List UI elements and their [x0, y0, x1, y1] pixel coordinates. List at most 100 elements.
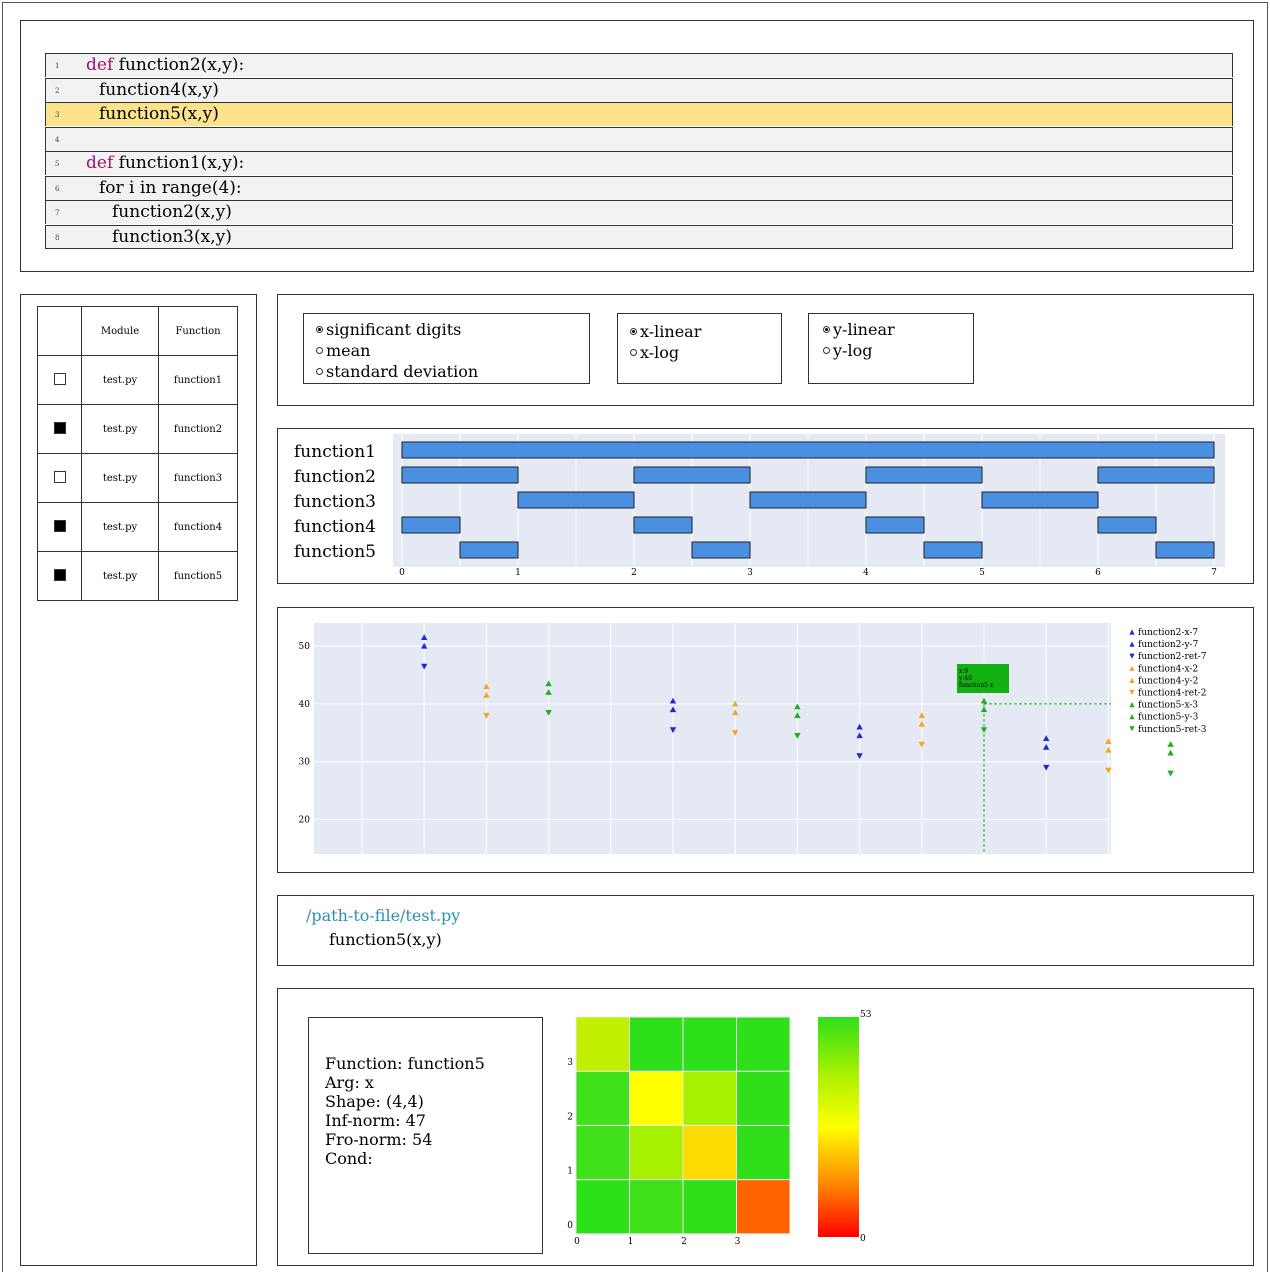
- legend-label[interactable]: function4-ret-2: [1138, 689, 1206, 699]
- timeline-bar[interactable]: [923, 541, 983, 559]
- code-text: function4(x,y): [99, 79, 219, 102]
- code-text: for i in range(4):: [99, 177, 242, 200]
- code-text: function2(x,y): [112, 201, 232, 224]
- timeline-bar[interactable]: [1097, 466, 1215, 484]
- legend-marker: [1129, 629, 1135, 635]
- heatmap-x-tick: 1: [628, 1237, 634, 1247]
- radio-button[interactable]: [316, 368, 323, 375]
- radio-button[interactable]: [630, 349, 637, 356]
- function-cell: function1: [158, 355, 238, 405]
- timeline-bar[interactable]: [865, 466, 983, 484]
- heatmap-cell[interactable]: [629, 1016, 684, 1072]
- heatmap-cell[interactable]: [629, 1179, 684, 1235]
- scatter-y-tick: 40: [299, 700, 311, 710]
- heatmap-cell[interactable]: [682, 1179, 737, 1235]
- function-checkbox[interactable]: [53, 372, 66, 385]
- checkbox-cell: [37, 502, 82, 552]
- matrix-info-box: Function: function5 Arg: x Shape: (4,4) Inf…: [308, 1017, 543, 1254]
- scatter-y-tick: 30: [299, 758, 311, 768]
- heatmap-cell[interactable]: [736, 1179, 791, 1235]
- code-line[interactable]: 3 function5(x,y): [45, 102, 1233, 126]
- function-checkbox[interactable]: [53, 519, 66, 532]
- heatmap-cell[interactable]: [736, 1124, 791, 1181]
- heatmap-cell[interactable]: [629, 1124, 684, 1181]
- timeline-bar[interactable]: [401, 516, 461, 534]
- heatmap-cell[interactable]: [682, 1070, 737, 1126]
- legend-label[interactable]: function2-y-7: [1138, 640, 1199, 650]
- function-checkbox[interactable]: [53, 421, 66, 434]
- radio-button[interactable]: [823, 347, 830, 354]
- heatmap-cell[interactable]: [575, 1070, 630, 1126]
- legend-label[interactable]: function4-y-2: [1138, 676, 1198, 686]
- checkbox-cell: [37, 453, 82, 503]
- radio-option-xscale[interactable]: x-log: [630, 342, 781, 363]
- code-line[interactable]: 8 function3(x,y): [45, 224, 1233, 249]
- legend-label[interactable]: function5-y-3: [1138, 713, 1199, 723]
- function-checkbox[interactable]: [53, 568, 66, 581]
- heatmap-cell[interactable]: [575, 1179, 630, 1235]
- timeline-bar[interactable]: [401, 441, 1215, 459]
- colorbar-min-label: 0: [860, 1234, 866, 1244]
- scatter-point[interactable]: [1167, 741, 1174, 747]
- function-cell: function5: [158, 551, 238, 601]
- keyword: def: [86, 153, 114, 173]
- radio-option-xscale[interactable]: x-linear: [630, 321, 781, 342]
- function-checkbox[interactable]: [53, 470, 66, 483]
- timeline-x-tick: 7: [1211, 568, 1217, 578]
- code-line[interactable]: 5 def function1(x,y):: [45, 151, 1233, 175]
- timeline-bar[interactable]: [865, 516, 925, 534]
- heatmap-cell[interactable]: [736, 1070, 791, 1126]
- heatmap-cell[interactable]: [736, 1016, 791, 1072]
- timeline-bar[interactable]: [981, 491, 1099, 509]
- timeline-bar[interactable]: [691, 541, 751, 559]
- timeline-row-label: function4: [294, 517, 376, 537]
- scatter-point[interactable]: [1167, 770, 1174, 777]
- radio-option-stat[interactable]: standard deviation: [316, 361, 589, 382]
- code-line[interactable]: 7 function2(x,y): [45, 200, 1233, 224]
- timeline-bar[interactable]: [633, 466, 751, 484]
- legend-label[interactable]: function4-x-2: [1138, 664, 1198, 674]
- line-number: 2: [55, 86, 60, 95]
- header-checkbox-col: [37, 306, 82, 356]
- radio-label: standard deviation: [326, 362, 479, 381]
- code-line[interactable]: 2 function4(x,y): [45, 77, 1233, 102]
- timeline-x-tick: 2: [631, 568, 637, 578]
- legend-label[interactable]: function2-x-7: [1138, 628, 1198, 638]
- legend-label[interactable]: function2-ret-7: [1138, 652, 1207, 662]
- radio-option-yscale[interactable]: y-log: [823, 340, 973, 361]
- radio-option-stat[interactable]: significant digits: [316, 319, 589, 340]
- timeline-bar[interactable]: [633, 516, 693, 534]
- timeline-bar[interactable]: [517, 491, 635, 509]
- source-path-link[interactable]: /path-to-file/test.py: [306, 906, 460, 925]
- heatmap-cell[interactable]: [575, 1124, 630, 1181]
- code-line[interactable]: 6 for i in range(4):: [45, 175, 1233, 200]
- radio-button[interactable]: [823, 326, 830, 333]
- scatter-chart: 20 30 40 50 x:9y:40function5 x function2-x-7 f…: [299, 623, 1207, 854]
- timeline-x-tick: 5: [979, 568, 985, 578]
- timeline-bar[interactable]: [1097, 516, 1157, 534]
- scatter-point[interactable]: [1167, 749, 1174, 756]
- radio-button[interactable]: [316, 347, 323, 354]
- radio-button[interactable]: [316, 326, 323, 333]
- table-header-row: Module Function: [37, 306, 238, 356]
- heatmap-cell[interactable]: [682, 1016, 737, 1072]
- heatmap-cell[interactable]: [575, 1016, 630, 1072]
- keyword: def: [86, 55, 114, 75]
- radio-button[interactable]: [630, 328, 637, 335]
- code-line[interactable]: 1 def function2(x,y):: [45, 53, 1233, 77]
- heatmap-cell[interactable]: [682, 1124, 737, 1181]
- heatmap-x-tick: 0: [574, 1237, 580, 1247]
- line-number: 6: [55, 184, 60, 193]
- table-row: test.py function2: [37, 404, 238, 454]
- timeline-bar[interactable]: [1155, 541, 1215, 559]
- radio-option-stat[interactable]: mean: [316, 340, 589, 361]
- radio-option-yscale[interactable]: y-linear: [823, 319, 973, 340]
- timeline-bar[interactable]: [401, 466, 519, 484]
- heatmap-cell[interactable]: [629, 1070, 684, 1126]
- code-line[interactable]: 4: [45, 126, 1233, 151]
- timeline-bar[interactable]: [749, 491, 867, 509]
- timeline-bar[interactable]: [459, 541, 519, 559]
- legend-label[interactable]: function5-ret-3: [1138, 725, 1207, 735]
- legend-label[interactable]: function5-x-3: [1138, 701, 1198, 711]
- table-row: test.py function5: [37, 551, 238, 601]
